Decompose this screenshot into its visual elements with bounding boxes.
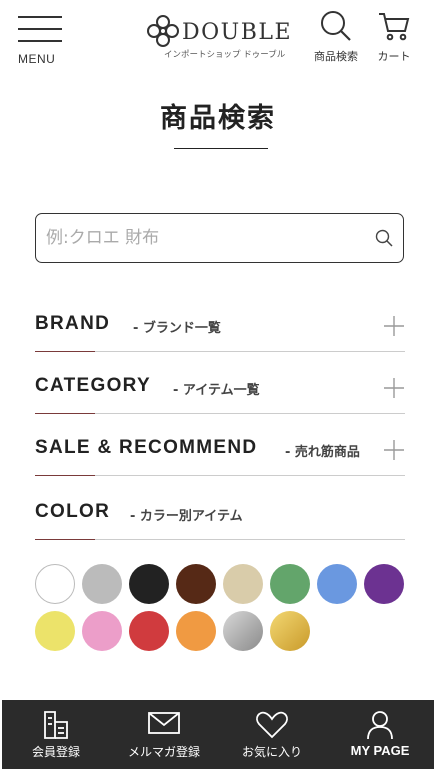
section-title: BRAND (35, 313, 111, 334)
heart-icon (256, 711, 288, 739)
page: MENU DOUBLE インポートショップ ドゥーブル 商品検索 カート 商品検… (2, 0, 434, 769)
color-swatch-orange[interactable] (176, 611, 216, 651)
search-submit-icon[interactable] (375, 229, 393, 247)
footer-favorites[interactable]: お気に入り (218, 700, 326, 769)
section-subtitle: - 売れ筋商品 (285, 445, 360, 460)
header-cart-button[interactable]: カート (372, 10, 416, 64)
user-icon (367, 711, 393, 740)
color-swatch-yellow[interactable] (35, 611, 75, 651)
header-search-button[interactable]: 商品検索 (307, 10, 365, 64)
title-divider (174, 148, 268, 149)
color-swatch-pink[interactable] (82, 611, 122, 651)
section-category[interactable]: CATEGORY - アイテム一覧 (35, 375, 405, 437)
footer-label: お気に入り (241, 745, 302, 759)
logo[interactable]: DOUBLE インポートショップ ドゥーブル (146, 14, 296, 62)
section-accent (35, 475, 95, 476)
color-swatch-green[interactable] (270, 564, 310, 604)
mail-icon (148, 712, 180, 734)
color-swatch-purple[interactable] (364, 564, 404, 604)
section-subtitle: - ブランド一覧 (133, 321, 221, 336)
hamburger-icon (18, 16, 62, 18)
footer-label: メルマガ登録 (127, 745, 200, 759)
page-title: 商品検索 (160, 103, 276, 134)
section-subtitle: - カラー別アイテム (130, 509, 243, 524)
footer-newsletter[interactable]: メルマガ登録 (110, 700, 218, 769)
section-subtitle: - アイテム一覧 (173, 383, 260, 398)
color-swatch-beige[interactable] (223, 564, 263, 604)
section-sale-recommend[interactable]: SALE & RECOMMEND - 売れ筋商品 (35, 437, 405, 499)
section-accent (35, 413, 95, 414)
section-accent (35, 539, 95, 540)
section-brand[interactable]: BRAND - ブランド一覧 (35, 313, 405, 375)
section-title: SALE & RECOMMEND (35, 437, 258, 458)
color-swatch-gray[interactable] (82, 564, 122, 604)
footer-nav: 会員登録 メルマガ登録 お気に入り MY PAGE (2, 700, 434, 769)
color-swatch-white[interactable] (35, 564, 75, 604)
section-title: COLOR (35, 501, 111, 522)
search-icon (321, 11, 351, 41)
search-box (35, 213, 404, 263)
logo-flower-icon (147, 15, 179, 47)
logo-name: DOUBLE (182, 20, 293, 45)
hamburger-bar (18, 40, 62, 42)
section-color[interactable]: COLOR - カラー別アイテム (35, 501, 405, 563)
header-cart-label: カート (377, 50, 411, 63)
menu-label: MENU (18, 52, 56, 66)
logo-subtitle: インポートショップ ドゥーブル (164, 50, 286, 60)
plus-icon[interactable] (383, 439, 405, 461)
color-swatch-brown[interactable] (176, 564, 216, 604)
register-icon (44, 711, 68, 739)
cart-icon (379, 13, 410, 41)
plus-icon[interactable] (383, 315, 405, 337)
hamburger-bar (18, 28, 62, 30)
footer-label: MY PAGE (350, 743, 410, 758)
footer-register[interactable]: 会員登録 (2, 700, 110, 769)
plus-icon[interactable] (383, 377, 405, 399)
color-swatch-black[interactable] (129, 564, 169, 604)
color-swatch-blue[interactable] (317, 564, 357, 604)
color-swatch-red[interactable] (129, 611, 169, 651)
section-title: CATEGORY (35, 375, 151, 396)
menu-button[interactable]: MENU (18, 16, 64, 68)
search-input[interactable] (46, 222, 366, 254)
header: MENU DOUBLE インポートショップ ドゥーブル 商品検索 カート (2, 0, 434, 72)
color-swatch-gold[interactable] (270, 611, 310, 651)
color-swatch-silver[interactable] (223, 611, 263, 651)
footer-mypage[interactable]: MY PAGE (326, 700, 434, 769)
section-accent (35, 351, 95, 352)
footer-label: 会員登録 (31, 745, 80, 759)
header-search-label: 商品検索 (314, 50, 358, 63)
